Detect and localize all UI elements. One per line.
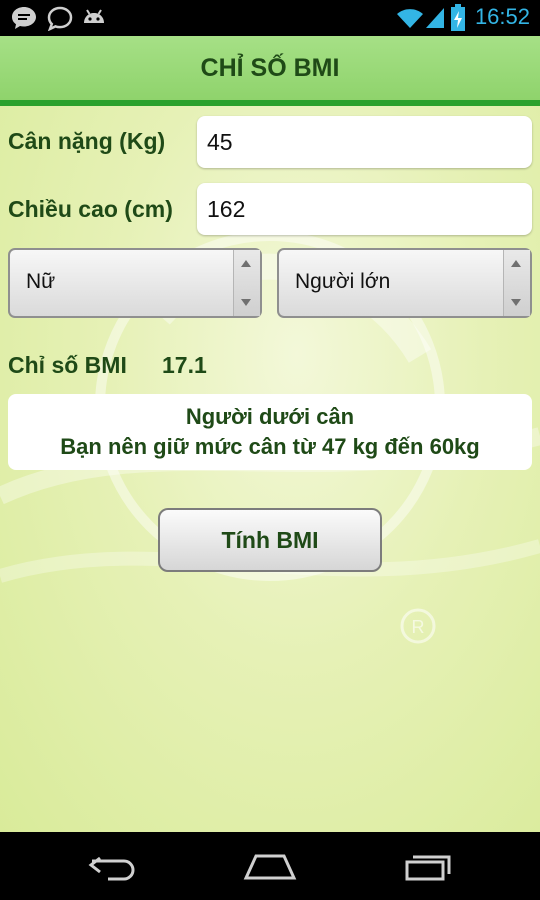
wifi-icon <box>396 6 424 35</box>
bmi-label: Chỉ số BMI <box>8 352 127 378</box>
android-icon <box>80 5 108 34</box>
title-divider <box>0 100 540 106</box>
app-screen: R CHỈ SỐ BMI Cân nặng (Kg) 45 Chiều cao … <box>0 36 540 832</box>
arrow-up-icon <box>511 260 521 267</box>
battery-icon <box>450 4 466 37</box>
home-icon[interactable] <box>243 852 297 887</box>
height-label: Chiều cao (cm) <box>8 196 173 222</box>
gender-spinner[interactable]: Nữ <box>8 248 262 318</box>
result-advice: Bạn nên giữ mức cân từ 47 kg đến 60kg <box>60 434 480 459</box>
back-icon[interactable] <box>88 852 138 887</box>
recent-apps-icon[interactable] <box>404 850 452 887</box>
signal-icon <box>424 6 446 35</box>
arrow-down-icon <box>241 299 251 306</box>
bmi-value: 17.1 <box>162 352 207 378</box>
arrow-down-icon <box>511 299 521 306</box>
age-group-spinner[interactable]: Người lớn <box>277 248 532 318</box>
gender-selected: Nữ <box>26 270 56 293</box>
weight-label: Cân nặng (Kg) <box>8 128 166 154</box>
navigation-bar <box>0 832 540 900</box>
weight-input[interactable]: 45 <box>197 116 532 168</box>
gender-spinner-arrows[interactable] <box>233 250 260 316</box>
clock: 16:52 <box>474 4 530 29</box>
arrow-up-icon <box>241 260 251 267</box>
result-category: Người dưới cân <box>185 404 355 429</box>
status-bar: 16:52 <box>0 0 540 36</box>
chat-bubble-icon <box>10 5 38 36</box>
age-group-selected: Người lớn <box>295 270 391 293</box>
svg-text:R: R <box>412 617 425 637</box>
result-box: Người dưới cân Bạn nên giữ mức cân từ 47… <box>8 394 532 470</box>
age-group-spinner-arrows[interactable] <box>503 250 530 316</box>
calculate-bmi-button[interactable]: Tính BMI <box>158 508 382 572</box>
height-input[interactable]: 162 <box>197 183 532 235</box>
page-title: CHỈ SỐ BMI <box>200 54 340 82</box>
speech-bubble-icon <box>46 5 74 36</box>
